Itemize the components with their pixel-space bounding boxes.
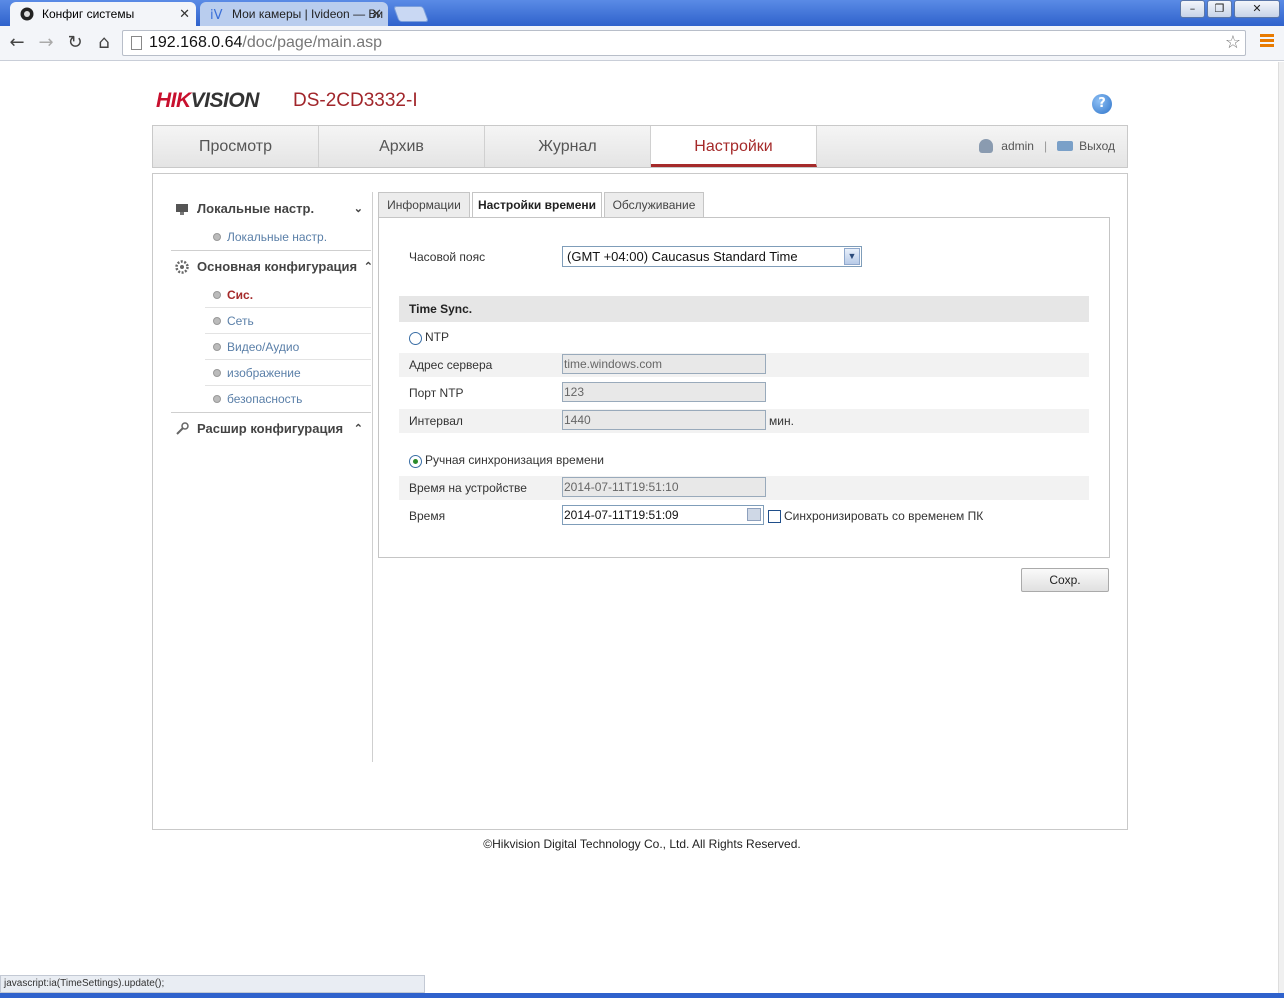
help-icon[interactable]: ?	[1092, 94, 1112, 114]
copyright-footer: ©Hikvision Digital Technology Co., Ltd. …	[483, 837, 801, 851]
ntp-port-label: Порт NTP	[409, 386, 464, 400]
time-sync-header: Time Sync.	[399, 296, 1089, 322]
browser-tab-bar: Конфиг системы ✕ iV Мои камеры | Ivideon…	[0, 0, 1284, 26]
ntp-label: NTP	[425, 330, 449, 344]
nav-tab-configuration[interactable]: Настройки	[651, 126, 817, 167]
hikvision-logo: HIKVISION	[156, 89, 259, 112]
restore-icon[interactable]: ❐	[1207, 0, 1232, 18]
bookmark-star-icon[interactable]: ☆	[1225, 32, 1241, 53]
browser-tab-title: Конфиг системы	[42, 7, 135, 21]
logout-icon[interactable]	[1057, 141, 1074, 151]
interval-field[interactable]: 1440	[562, 410, 766, 430]
gear-icon	[175, 260, 189, 274]
set-time-label: Время	[409, 509, 446, 523]
sidebar-item-local[interactable]: Локальные настр.	[205, 224, 371, 250]
separator: |	[1043, 139, 1048, 153]
ivideon-favicon-icon: iV	[210, 8, 223, 21]
chevron-up-icon: ⌃	[363, 261, 373, 273]
username: admin	[1001, 139, 1034, 153]
tab-time-settings[interactable]: Настройки времени	[472, 192, 602, 219]
browser-tab-config[interactable]: Конфиг системы ✕	[10, 2, 196, 26]
ntp-port-field[interactable]: 123	[562, 382, 766, 402]
minimize-icon[interactable]: –	[1180, 0, 1205, 18]
nav-tab-live-view[interactable]: Просмотр	[153, 126, 319, 167]
timezone-label: Часовой пояс	[409, 250, 486, 264]
home-icon[interactable]: ⌂	[93, 32, 115, 54]
browser-toolbar: ← → ↻ ⌂ 192.168.0.64/doc/page/main.asp ☆	[0, 26, 1284, 61]
sidebar-item-image[interactable]: изображение	[205, 360, 371, 386]
time-settings-panel: Часовой пояс (GMT +04:00) Caucasus Stand…	[378, 217, 1110, 558]
camera-favicon-icon	[20, 7, 34, 21]
set-time-field[interactable]: 2014-07-11T19:51:09	[562, 505, 764, 525]
bullet-icon	[213, 395, 221, 403]
timezone-select[interactable]: (GMT +04:00) Caucasus Standard Time ▼	[562, 246, 862, 267]
logout-link[interactable]: Выход	[1079, 139, 1115, 153]
wrench-icon	[176, 422, 189, 435]
sidebar-item-network[interactable]: Сеть	[205, 308, 371, 334]
sidebar-item-security[interactable]: безопасность	[205, 386, 371, 412]
sidebar-section-basic[interactable]: Основная конфигурация ⌃	[171, 254, 373, 280]
sidebar-section-local[interactable]: Локальные настр. ⌄	[171, 196, 371, 222]
camera-model: DS-2CD3332-I	[293, 90, 418, 111]
bullet-icon	[213, 233, 221, 241]
back-arrow-icon[interactable]: ←	[6, 32, 28, 54]
user-icon	[979, 139, 994, 153]
save-button[interactable]: Сохр.	[1021, 568, 1109, 592]
taskbar-edge	[0, 993, 1284, 998]
manual-sync-radio[interactable]	[409, 455, 422, 468]
device-time-field: 2014-07-11T19:51:10	[562, 477, 766, 497]
sidebar-item-video-audio[interactable]: Видео/Аудио	[205, 334, 371, 360]
server-label: Адрес сервера	[409, 358, 493, 372]
browser-tab-ivideon[interactable]: iV Мои камеры | Ivideon — Ви ✕	[200, 2, 388, 26]
config-sidebar: Локальные настр. ⌄ Локальные настр. Осно…	[171, 192, 373, 762]
reload-icon[interactable]: ↻	[64, 32, 86, 54]
close-tab-icon[interactable]: ✕	[179, 6, 190, 22]
bullet-icon	[213, 343, 221, 351]
browser-tab-title: Мои камеры | Ivideon — Ви	[232, 7, 384, 21]
main-navigation: Просмотр Архив Журнал Настройки admin | …	[152, 125, 1128, 168]
nav-tab-playback[interactable]: Архив	[319, 126, 485, 167]
bullet-icon	[213, 317, 221, 325]
new-tab-button[interactable]	[393, 6, 429, 22]
address-bar[interactable]: 192.168.0.64/doc/page/main.asp ☆	[122, 30, 1246, 56]
interval-unit: мин.	[769, 414, 794, 428]
user-box: admin | Выход	[979, 139, 1115, 153]
ntp-radio[interactable]	[409, 332, 422, 345]
url-host: 192.168.0.64	[149, 34, 243, 51]
sidebar-item-system[interactable]: Сис.	[205, 282, 371, 308]
bullet-icon	[213, 369, 221, 377]
divider	[171, 412, 371, 413]
sync-with-pc-checkbox[interactable]	[768, 510, 781, 523]
monitor-icon	[176, 204, 188, 215]
sync-with-pc-label: Синхронизировать со временем ПК	[784, 509, 984, 523]
calendar-icon[interactable]	[747, 508, 761, 521]
interval-label: Интервал	[409, 414, 463, 428]
browser-menu-icon[interactable]	[1260, 34, 1274, 49]
nav-tab-log[interactable]: Журнал	[485, 126, 651, 167]
forward-arrow-icon[interactable]: →	[35, 32, 57, 54]
browser-status-bar: javascript:ia(TimeSettings).update();	[0, 975, 425, 993]
sidebar-section-advanced[interactable]: Расшир конфигурация ⌃	[171, 416, 371, 442]
bullet-icon	[213, 291, 221, 299]
dropdown-arrow-icon: ▼	[844, 248, 860, 265]
tab-maintenance[interactable]: Обслуживание	[604, 192, 704, 218]
page-icon	[131, 36, 142, 50]
divider	[171, 250, 371, 251]
svg-text:iV: iV	[210, 8, 223, 21]
scrollbar[interactable]	[1278, 62, 1284, 993]
server-address-field[interactable]: time.windows.com	[562, 354, 766, 374]
device-time-label: Время на устройстве	[409, 481, 527, 495]
content-area: Локальные настр. ⌄ Локальные настр. Осно…	[152, 173, 1128, 830]
url-path: /doc/page/main.asp	[242, 34, 383, 51]
close-tab-icon[interactable]: ✕	[371, 6, 382, 22]
chevron-down-icon: ⌄	[353, 203, 363, 215]
window-controls: – ❐ ✕	[1180, 0, 1280, 18]
tab-information[interactable]: Информации	[378, 192, 470, 218]
window-close-icon[interactable]: ✕	[1234, 0, 1280, 18]
chevron-up-icon: ⌃	[353, 423, 363, 435]
manual-sync-label: Ручная синхронизация времени	[425, 453, 604, 467]
